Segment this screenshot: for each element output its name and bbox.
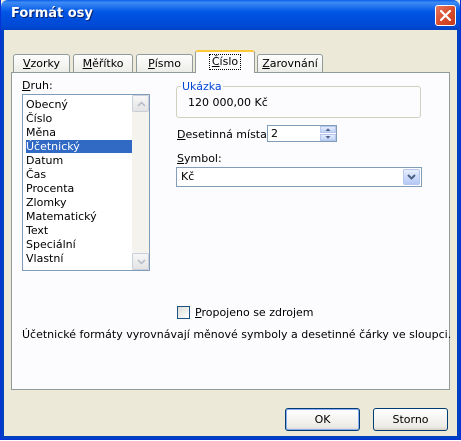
- close-button[interactable]: [435, 5, 456, 26]
- sample-value: 120 000,00 Kč: [188, 96, 268, 109]
- tab-meritko[interactable]: Měřítko: [73, 54, 133, 73]
- tab-pismo[interactable]: Písmo: [136, 54, 193, 73]
- list-item-zlomky[interactable]: Zlomky: [26, 196, 132, 209]
- list-item-obecny[interactable]: Obecný: [26, 98, 132, 111]
- tab-label-cislo-access: Č: [211, 55, 220, 68]
- arrow-down-icon: [325, 136, 331, 139]
- cancel-button[interactable]: Storno: [373, 408, 448, 431]
- symbol-label-text: ymbol:: [183, 152, 222, 165]
- spin-up-button[interactable]: [320, 126, 336, 133]
- scroll-up-button[interactable]: [132, 95, 149, 112]
- close-icon: [440, 10, 451, 21]
- decimals-label: Desetinná místa:: [177, 128, 271, 141]
- format-description: Účetnické formáty vyrovnávají měnové sym…: [22, 328, 452, 341]
- tab-vzorky[interactable]: Vzorky: [13, 54, 70, 73]
- linked-to-source-checkbox[interactable]: [177, 306, 190, 319]
- tab-label-zarovnani-access: Z: [262, 57, 270, 70]
- list-item-text[interactable]: Text: [26, 224, 132, 237]
- arrow-up-icon: [325, 128, 331, 131]
- category-label: Druh:: [22, 79, 53, 92]
- symbol-label: Symbol:: [177, 152, 222, 165]
- list-item-vlastni[interactable]: Vlastní: [26, 252, 132, 265]
- tab-label-pismo: ísmo: [154, 57, 181, 70]
- chevron-up-icon: [137, 101, 146, 107]
- linked-to-source-label[interactable]: Propojeno se zdrojem: [195, 306, 314, 319]
- window-frame-right: [457, 30, 460, 439]
- list-item-mena[interactable]: Měna: [26, 126, 132, 139]
- window-frame-bottom: [1, 436, 460, 439]
- linked-label-text: ropojeno se zdrojem: [201, 306, 314, 319]
- list-item-datum[interactable]: Datum: [26, 154, 132, 167]
- window-frame-left: [1, 30, 4, 439]
- tab-label-vzorky-access: V: [22, 57, 31, 70]
- title-bar[interactable]: Formát osy: [1, 0, 460, 30]
- list-item-cas[interactable]: Čas: [26, 168, 132, 181]
- tab-label-cislo: íslo: [219, 55, 239, 68]
- decimals-value[interactable]: 2: [271, 127, 278, 140]
- category-listbox[interactable]: Obecný Číslo Měna Účetnický Datum Čas Pr…: [22, 94, 150, 271]
- category-label-text: ruh:: [30, 79, 53, 92]
- list-item-procenta[interactable]: Procenta: [26, 182, 132, 195]
- ok-button[interactable]: OK: [285, 408, 360, 431]
- tab-label-zarovnani: arovnání: [269, 57, 318, 70]
- format-axis-dialog: Formát osy Vzorky Měřítko Písmo Číslo Za…: [0, 0, 461, 440]
- window-title: Formát osy: [11, 6, 93, 21]
- decimals-spinner[interactable]: 2: [267, 125, 337, 142]
- chevron-down-icon: [407, 174, 416, 180]
- tab-zarovnani[interactable]: Zarovnání: [257, 54, 323, 73]
- tab-label-pismo-access: P: [148, 57, 155, 70]
- decimals-label-text: esetinná místa:: [185, 128, 271, 141]
- chevron-down-icon: [137, 259, 146, 265]
- list-item-ucetnicky[interactable]: Účetnický: [26, 140, 132, 153]
- symbol-select[interactable]: Kč: [176, 167, 422, 187]
- symbol-value: Kč: [181, 170, 195, 183]
- sample-legend: Ukázka: [181, 80, 223, 93]
- list-item-matematicky[interactable]: Matematický: [26, 210, 132, 223]
- tab-label-vzorky: zorky: [30, 57, 61, 70]
- tab-label-meritko: ěřítko: [92, 57, 124, 70]
- symbol-dropdown-button[interactable]: [403, 169, 420, 185]
- list-item-specialni[interactable]: Speciální: [26, 238, 132, 251]
- symbol-label-access: S: [177, 152, 184, 165]
- list-item-cislo[interactable]: Číslo: [26, 112, 132, 125]
- tab-label-meritko-access: M: [82, 57, 93, 70]
- scroll-down-button[interactable]: [132, 253, 149, 270]
- spin-down-button[interactable]: [320, 134, 336, 141]
- decimals-spin-buttons: [320, 126, 336, 141]
- tab-cislo[interactable]: Číslo: [195, 50, 255, 73]
- category-scrollbar[interactable]: [132, 95, 149, 270]
